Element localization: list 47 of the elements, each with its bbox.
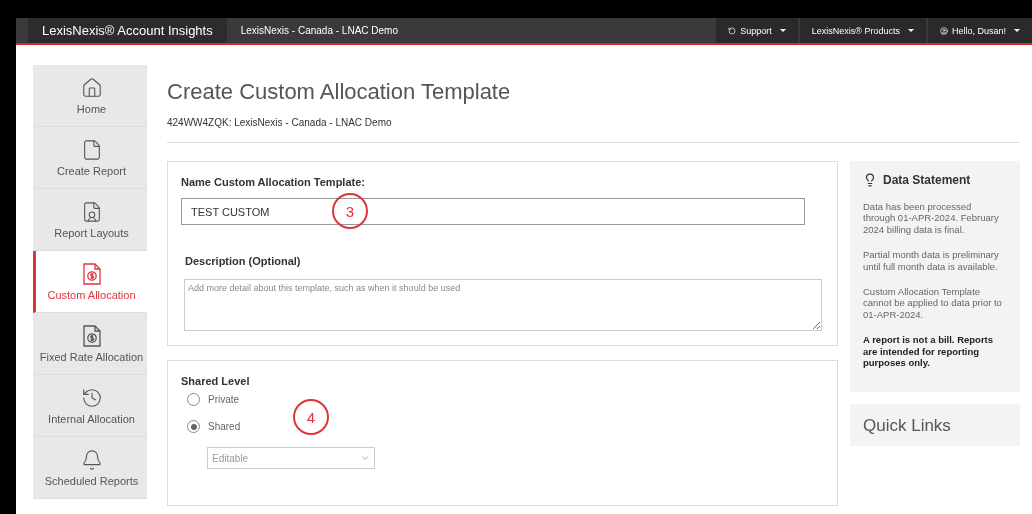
nav-menu-button[interactable]: Hello, Dusan! xyxy=(925,18,1032,43)
caret-icon xyxy=(907,29,914,32)
sidebar-item[interactable]: Home xyxy=(33,65,147,127)
refresh-icon xyxy=(728,26,737,35)
bell-icon xyxy=(80,448,103,471)
sidebar-item[interactable]: Report Layouts xyxy=(33,189,147,251)
sidebar-label: Internal Allocation xyxy=(48,412,135,425)
history-icon xyxy=(80,386,103,409)
radio-label: Shared xyxy=(208,421,241,432)
sidebar-label: Report Layouts xyxy=(54,226,129,239)
caret-icon xyxy=(1014,29,1020,32)
info-text: Data has been processed through 01-APR-2024. February 2024 billing data is final. xyxy=(863,201,1000,236)
description-field[interactable]: Add more detail about this template, such as when it should be used xyxy=(184,279,822,331)
radio-label: Private xyxy=(208,394,240,405)
sidebar-item[interactable]: Scheduled Reports xyxy=(33,437,147,499)
callout-marker: 4 xyxy=(293,399,329,435)
sidebar-item[interactable]: Custom Allocation xyxy=(33,251,147,313)
sidebar-item[interactable]: Internal Allocation xyxy=(33,375,147,437)
sidebar-label: Custom Allocation xyxy=(47,288,136,301)
sidebar-label: Create Report xyxy=(56,164,127,177)
page-subtitle: 424WW4ZQK: LexisNexis - Canada - LNAC Demo xyxy=(167,117,1020,143)
nav-menu-button[interactable]: Support xyxy=(714,18,798,43)
info-text: A report is not a bill. Reports are intended for reporting purposes only. xyxy=(863,334,995,369)
sidebar-label: Scheduled Reports xyxy=(44,474,139,487)
page-title: Create Custom Allocation Template xyxy=(167,79,512,105)
panel-title: Data Statement xyxy=(883,173,971,187)
home-icon xyxy=(80,76,103,99)
nav-menu-button[interactable]: LexisNexis® Products xyxy=(797,18,926,43)
chevron-icon xyxy=(360,453,370,463)
document-dollar-icon xyxy=(81,262,102,285)
sidebar-label: Home xyxy=(76,102,107,115)
section-label: Shared Level xyxy=(181,375,251,387)
lightbulb-icon xyxy=(863,173,877,187)
sidebar-item[interactable]: Create Report xyxy=(33,127,147,189)
info-text: Partial month data is preliminary until full month data is available. xyxy=(863,249,1000,272)
app-title: LexisNexis® Account Insights xyxy=(28,18,227,43)
account-name: LexisNexis - Canada - LNAC Demo xyxy=(239,24,399,38)
document-dollar-icon xyxy=(81,324,102,347)
sidebar-item[interactable]: Fixed Rate Allocation xyxy=(33,313,147,375)
user-icon xyxy=(939,26,948,35)
field-label: Description (Optional) xyxy=(185,255,302,267)
callout-marker: 3 xyxy=(332,193,368,229)
sidebar-label: Fixed Rate Allocation xyxy=(39,350,144,363)
field-label: Name Custom Allocation Template: xyxy=(181,176,366,188)
info-text: Custom Allocation Template cannot be applied to data prior to 01-APR-2024. xyxy=(863,285,1003,321)
caret-icon xyxy=(779,29,786,32)
panel-title: Quick Links xyxy=(863,416,952,437)
